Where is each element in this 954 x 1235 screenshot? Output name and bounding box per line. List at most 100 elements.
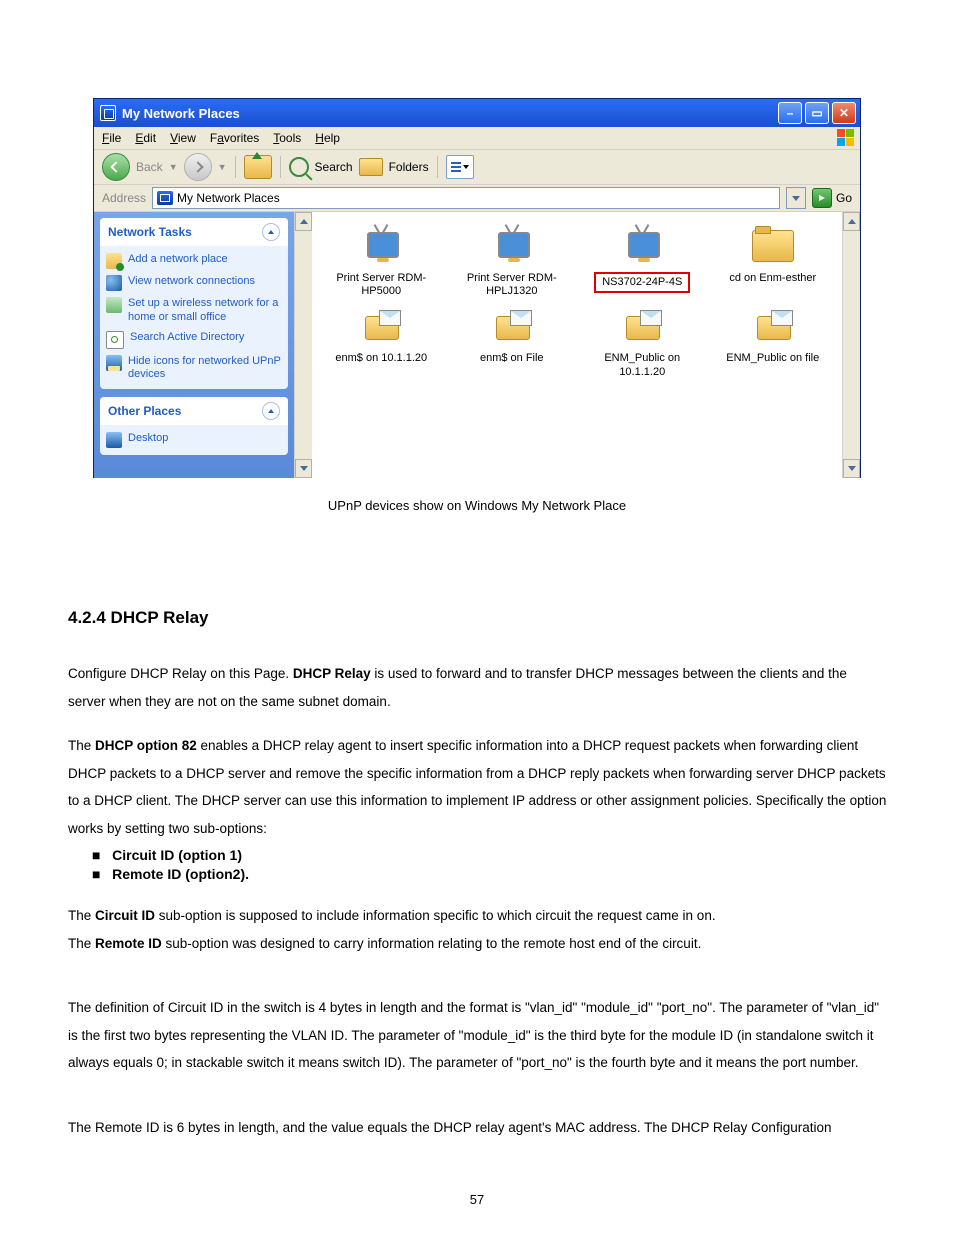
item-label: Print Server RDM-HP5000	[320, 272, 443, 298]
item-label: Print Server RDM-HPLJ1320	[451, 272, 574, 298]
network-item[interactable]: enm$ on File	[451, 308, 574, 378]
task-view-connections[interactable]: View network connections	[106, 272, 282, 294]
task-add-place[interactable]: Add a network place	[106, 250, 282, 272]
task-search-ad[interactable]: Search Active Directory	[106, 328, 282, 352]
text-bold: DHCP Relay	[293, 666, 371, 681]
place-desktop[interactable]: Desktop	[106, 429, 282, 451]
item-label: NS3702-24P-4S	[594, 272, 690, 293]
menu-view[interactable]: View	[170, 131, 196, 145]
network-item[interactable]: ENM_Public on file	[712, 308, 835, 378]
text-bold: Circuit ID	[95, 908, 155, 923]
task-label: Add a network place	[128, 253, 228, 267]
network-tasks-card: Network Tasks Add a network place View n…	[100, 218, 288, 389]
network-item[interactable]: cd on Enm-esther	[712, 226, 835, 298]
menu-tools[interactable]: Tools	[273, 131, 301, 145]
search-label[interactable]: Search	[315, 160, 353, 174]
address-dropdown[interactable]	[786, 187, 806, 209]
task-wireless[interactable]: Set up a wireless network for a home or …	[106, 294, 282, 328]
task-label: View network connections	[128, 275, 255, 289]
network-item[interactable]: Print Server RDM-HPLJ1320	[451, 226, 574, 298]
text: The	[68, 738, 95, 753]
collapse-icon[interactable]	[262, 402, 280, 420]
bullet-list: ■ Circuit ID (option 1) ■ Remote ID (opt…	[92, 844, 249, 885]
scroll-down-icon[interactable]	[295, 459, 312, 478]
task-label: Hide icons for networked UPnP devices	[128, 355, 282, 383]
globe-icon	[106, 275, 122, 291]
paragraph-3: The Circuit ID sub-option is supposed to…	[68, 902, 888, 957]
bullet-label: Circuit ID (option 1)	[112, 847, 242, 863]
explorer-window: My Network Places – ▭ ✕ File Edit View F…	[93, 98, 861, 478]
maximize-button[interactable]: ▭	[805, 102, 829, 124]
upnp-icon	[106, 355, 122, 371]
go-label: Go	[836, 191, 852, 205]
address-input[interactable]: My Network Places	[152, 187, 780, 209]
item-label: ENM_Public on file	[712, 352, 835, 365]
search-icon[interactable]	[289, 157, 309, 177]
go-button[interactable]: Go	[812, 188, 852, 208]
collapse-icon[interactable]	[262, 223, 280, 241]
folder-icon	[751, 230, 795, 268]
bullet-item: ■ Circuit ID (option 1)	[92, 847, 249, 863]
network-tasks-title: Network Tasks	[108, 225, 192, 239]
section-title: DHCP Relay	[111, 608, 209, 627]
title-bar[interactable]: My Network Places – ▭ ✕	[94, 99, 860, 127]
menu-help[interactable]: Help	[315, 131, 340, 145]
window-icon	[100, 105, 116, 121]
scroll-down-icon[interactable]	[843, 459, 860, 478]
place-label: Desktop	[128, 432, 168, 446]
minimize-button[interactable]: –	[778, 102, 802, 124]
folders-label[interactable]: Folders	[389, 160, 429, 174]
device-icon	[489, 226, 535, 268]
bullet-item: ■ Remote ID (option2).	[92, 866, 249, 882]
menu-favorites[interactable]: Favorites	[210, 131, 259, 145]
device-icon	[619, 226, 665, 268]
back-label: Back	[136, 160, 163, 174]
add-place-icon	[106, 253, 122, 269]
task-label: Search Active Directory	[130, 331, 244, 345]
network-item[interactable]: Print Server RDM-HP5000	[320, 226, 443, 298]
forward-button[interactable]	[184, 153, 212, 181]
content-scrollbar[interactable]	[842, 212, 860, 478]
paragraph-5: The Remote ID is 6 bytes in length, and …	[68, 1114, 888, 1142]
menu-edit[interactable]: Edit	[135, 131, 156, 145]
item-label: enm$ on 10.1.1.20	[320, 352, 443, 365]
scroll-up-icon[interactable]	[843, 212, 860, 231]
network-item[interactable]: NS3702-24P-4S	[581, 226, 704, 298]
menu-file[interactable]: File	[102, 131, 121, 145]
content-area: Print Server RDM-HP5000 Print Server RDM-…	[312, 212, 842, 478]
address-icon	[157, 191, 173, 205]
back-button[interactable]	[102, 153, 130, 181]
page-number: 57	[0, 1192, 954, 1207]
share-icon	[490, 308, 534, 348]
folders-icon[interactable]	[359, 158, 383, 176]
up-button[interactable]	[244, 155, 272, 179]
back-dropdown[interactable]: ▼	[169, 162, 178, 172]
figure-caption: UPnP devices show on Windows My Network …	[0, 498, 954, 513]
text: The	[68, 936, 95, 951]
share-icon	[359, 308, 403, 348]
search-ad-icon	[106, 331, 124, 349]
other-places-card: Other Places Desktop	[100, 397, 288, 455]
close-button[interactable]: ✕	[832, 102, 856, 124]
text: Configure DHCP Relay on this Page.	[68, 666, 293, 681]
window-title: My Network Places	[122, 106, 240, 121]
task-hide-upnp[interactable]: Hide icons for networked UPnP devices	[106, 352, 282, 386]
network-item[interactable]: enm$ on 10.1.1.20	[320, 308, 443, 378]
desktop-icon	[106, 432, 122, 448]
views-button[interactable]	[446, 155, 474, 179]
forward-dropdown[interactable]: ▼	[218, 162, 227, 172]
scroll-up-icon[interactable]	[295, 212, 312, 231]
section-number: 4.2.4	[68, 608, 106, 627]
side-scrollbar[interactable]	[294, 212, 312, 478]
share-icon	[620, 308, 664, 348]
network-item[interactable]: ENM_Public on 10.1.1.20	[581, 308, 704, 378]
device-icon	[358, 226, 404, 268]
system-buttons: – ▭ ✕	[778, 102, 856, 124]
other-places-title: Other Places	[108, 404, 181, 418]
network-tasks-header[interactable]: Network Tasks	[100, 218, 288, 246]
menu-bar: File Edit View Favorites Tools Help	[94, 127, 860, 150]
text-bold: DHCP option 82	[95, 738, 197, 753]
other-places-header[interactable]: Other Places	[100, 397, 288, 425]
tasks-pane: Network Tasks Add a network place View n…	[94, 212, 294, 478]
task-label: Set up a wireless network for a home or …	[128, 297, 282, 325]
